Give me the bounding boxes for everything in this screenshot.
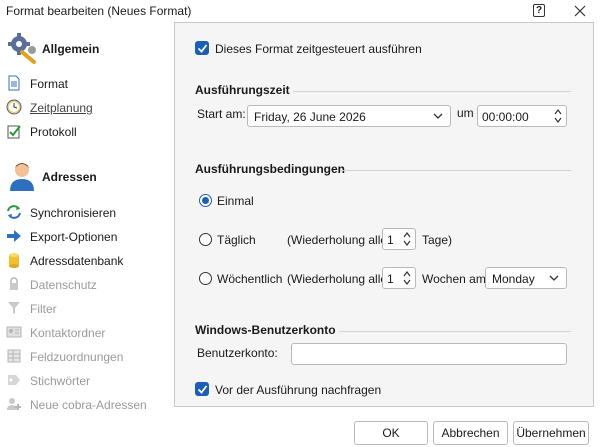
apply-button[interactable]: Übernehmen — [513, 421, 589, 445]
help-icon: ? — [535, 5, 543, 16]
help-button[interactable]: ? — [533, 4, 545, 17]
sidebar-item-zeitplanung[interactable]: Zeitplanung — [6, 98, 166, 118]
document-icon — [8, 75, 20, 91]
radio-daily-label: Täglich — [217, 233, 256, 247]
user-account-input[interactable] — [291, 343, 567, 365]
spinner-arrows-icon[interactable] — [402, 269, 412, 287]
radio-once-label: Einmal — [217, 194, 254, 208]
lock-icon — [10, 277, 18, 290]
section-divider — [341, 170, 571, 171]
title-bar: Format bearbeiten (Neues Format) ? — [0, 0, 600, 22]
sidebar-item-kontaktordner[interactable]: Kontaktordner — [6, 323, 166, 343]
schedule-checkbox[interactable] — [195, 41, 209, 55]
sidebar-item-label: Neue cobra-Adressen — [30, 398, 147, 412]
cancel-button[interactable]: Abbrechen — [433, 421, 508, 445]
filter-icon — [8, 302, 20, 314]
weekly-repeat-prefix: (Wiederholung alle — [287, 272, 388, 286]
sidebar-item-datenschutz[interactable]: Datenschutz — [6, 275, 166, 295]
section-title-account: Windows-Benutzerkonto — [195, 323, 336, 337]
sidebar-item-label: Format — [30, 77, 69, 91]
sidebar-item-protokoll[interactable]: Protokoll — [6, 122, 166, 142]
start-date-picker[interactable]: Friday, 26 June 2026 — [247, 105, 451, 127]
sidebar-item-synchronisieren[interactable]: Synchronisieren — [6, 203, 166, 223]
window-title: Format bearbeiten (Neues Format) — [6, 4, 192, 18]
start-time-value: 00:00:00 — [482, 110, 529, 124]
sidebar-item-label: Kontaktordner — [30, 326, 106, 340]
section-divider — [339, 331, 571, 332]
confirm-checkbox[interactable] — [195, 382, 209, 396]
radio-weekly-label: Wöchentlich — [217, 272, 283, 286]
dialog-footer: OK Abbrechen Übernehmen — [174, 407, 600, 447]
sidebar-item-feldzuordnungen[interactable]: Feldzuordnungen — [6, 347, 166, 367]
confirm-checkbox-label: Vor der Ausführung nachfragen — [215, 383, 382, 397]
gear-wrench-icon — [8, 33, 36, 64]
weekly-interval-spinner[interactable]: 1 — [382, 267, 416, 289]
weekly-interval-value: 1 — [387, 272, 394, 286]
arrow-right-icon — [7, 230, 21, 242]
chevron-down-icon — [549, 275, 559, 281]
settings-panel: Dieses Format zeitgesteuert ausführen Au… — [174, 22, 594, 407]
radio-once[interactable] — [199, 194, 212, 207]
section-title-execution-time: Ausführungszeit — [195, 83, 290, 97]
spinner-arrows-icon[interactable] — [553, 107, 563, 125]
daily-interval-value: 1 — [387, 233, 394, 247]
sidebar-item-filter[interactable]: Filter — [6, 299, 166, 319]
sidebar-group-label: Allgemein — [42, 42, 100, 56]
close-icon — [574, 5, 586, 17]
sidebar-item-label: Protokoll — [30, 125, 77, 139]
weekday-value: Monday — [492, 272, 535, 286]
radio-weekly[interactable] — [199, 272, 212, 285]
sidebar-group-label: Adressen — [42, 170, 97, 184]
sidebar-item-export-optionen[interactable]: Export-Optionen — [6, 227, 166, 247]
clock-icon — [6, 99, 22, 115]
keyword-icon — [8, 375, 20, 385]
sidebar-item-stichwoerter[interactable]: Stichwörter — [6, 371, 166, 391]
sidebar-item-label: Feldzuordnungen — [30, 350, 124, 364]
radio-daily[interactable] — [199, 233, 212, 246]
user-account-label: Benutzerkonto: — [197, 346, 278, 360]
sidebar-item-label: Export-Optionen — [30, 230, 118, 244]
start-time-spinner[interactable]: 00:00:00 — [477, 105, 567, 127]
field-grid-icon — [7, 349, 21, 363]
start-date-value: Friday, 26 June 2026 — [254, 110, 366, 124]
daily-repeat-prefix: (Wiederholung alle — [287, 233, 388, 247]
ok-button[interactable]: OK — [354, 421, 428, 445]
sidebar: Allgemein Format Zeitplanung Protokoll A… — [0, 22, 170, 447]
weekday-select[interactable]: Monday — [485, 267, 567, 289]
sync-icon — [7, 205, 21, 219]
sidebar-item-label: Synchronisieren — [30, 206, 117, 220]
sidebar-item-format[interactable]: Format — [6, 74, 166, 94]
daily-interval-spinner[interactable]: 1 — [382, 228, 416, 250]
spinner-arrows-icon[interactable] — [402, 230, 412, 248]
checklist-icon — [7, 125, 21, 139]
person-icon — [10, 163, 34, 191]
sidebar-item-label: Zeitplanung — [30, 101, 93, 115]
sidebar-item-label: Datenschutz — [30, 278, 97, 292]
new-address-icon — [7, 398, 21, 410]
contact-card-icon — [6, 326, 22, 338]
sidebar-item-adressdatenbank[interactable]: Adressdatenbank — [6, 251, 166, 271]
sidebar-item-label: Adressdatenbank — [30, 254, 124, 268]
checkmark-icon — [197, 44, 208, 53]
start-date-label: Start am: — [197, 107, 246, 121]
checkmark-icon — [197, 385, 208, 394]
schedule-checkbox-label: Dieses Format zeitgesteuert ausführen — [215, 42, 422, 56]
daily-unit-label: Tage) — [422, 233, 453, 247]
section-divider — [293, 91, 571, 92]
database-icon — [9, 253, 19, 268]
chevron-down-icon — [433, 113, 443, 119]
section-title-conditions: Ausführungsbedingungen — [195, 162, 345, 176]
start-time-label: um — [457, 106, 474, 120]
sidebar-item-neue-cobra-adressen[interactable]: Neue cobra-Adressen — [6, 395, 166, 415]
sidebar-item-label: Stichwörter — [30, 374, 91, 388]
close-button[interactable] — [569, 1, 591, 21]
weekly-unit-label: Wochen am — [422, 272, 486, 286]
sidebar-item-label: Filter — [30, 302, 57, 316]
